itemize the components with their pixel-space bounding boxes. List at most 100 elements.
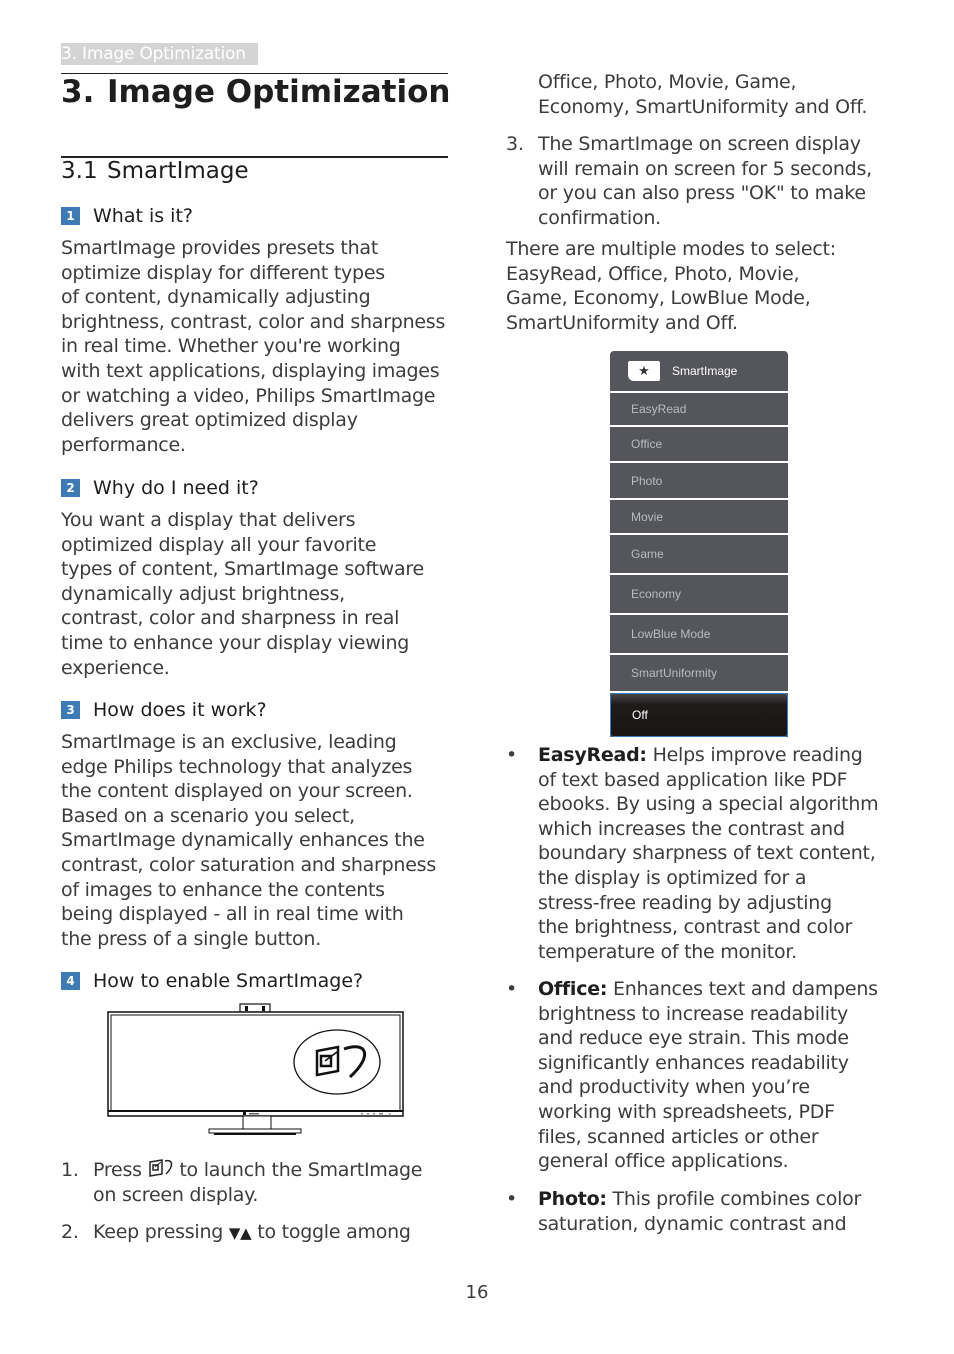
osd-item-smartuniformity[interactable]: SmartUniformity [610,655,788,693]
question-title: What is it? [93,205,193,227]
text-line: saturation, dynamic contrast and [538,1212,847,1235]
bullet-photo: • Photo: This profile combines color satur… [506,1187,898,1236]
page-number: 16 [465,1282,489,1303]
question-title: How does it work? [93,699,267,721]
osd-item-off[interactable]: Off [610,693,788,737]
text-line: contrast, color saturation and sharpness [61,853,436,876]
text-line: There are multiple modes to select: [506,238,836,260]
text-line: will remain on screen for 5 seconds, [538,157,872,180]
section-title: 3.1 SmartImage [61,158,249,184]
text-line: and productivity when you’re [538,1076,810,1099]
bullet-office: • Office: Enhances text and dampens bright… [506,977,898,1174]
text-line: You want a display that delivers [61,509,356,531]
step-number: 3. [506,133,524,155]
bullet-icon: • [506,978,517,1000]
text-line: Office: Enhances text and dampens [538,978,878,1000]
osd-item-game[interactable]: Game [610,535,788,575]
chapter-number: 3. [61,74,95,110]
step-text: to toggle among [257,1221,411,1243]
smartimage-button-icon [148,1159,172,1177]
text-line: the press of a single button. [61,927,321,950]
question-title: How to enable SmartImage? [93,970,364,992]
osd-item-lowblue-mode[interactable]: LowBlue Mode [610,615,788,655]
step-text: Keep pressing [93,1221,224,1243]
text-line: the display is optimized for a [538,866,807,889]
number-badge: 2 [61,479,80,497]
text-line: and reduce eye strain. This mode [538,1027,849,1050]
text-line: of content, dynamically adjusting [61,286,371,309]
question-heading: 3 How does it work? [61,699,267,721]
number-badge: 3 [61,701,80,719]
text-line: in real time. Whether you're working [61,335,401,358]
question-heading: 1 What is it? [61,205,193,227]
text-line: confirmation. [538,206,661,229]
text-line: EasyRead, Office, Photo, Movie, [506,262,800,285]
text-line: performance. [61,433,186,456]
text-line: experience. [61,656,170,679]
question-heading: 4 How to enable SmartImage? [61,970,363,992]
step-3: 3. The SmartImage on screen display will … [506,132,898,230]
step-text: Economy, SmartUniformity and Off. [538,95,868,118]
bullet-easyread: • EasyRead: Helps improve reading of text … [506,743,898,964]
text-line: boundary sharpness of text content, [538,842,876,865]
text-line: optimize display for different types [61,261,385,284]
smartimage-osd-menu: ★ SmartImage EasyRead Office Photo Movie Gam… [610,351,788,737]
step-text: Press [93,1159,142,1181]
text-line: of text based application like PDF [538,768,848,791]
section-title-text: SmartImage [107,158,249,184]
osd-item-movie[interactable]: Movie [610,500,788,535]
text-line: SmartImage is an exclusive, leading [61,731,397,753]
osd-item-easyread[interactable]: EasyRead [610,393,788,427]
text-line: working with spreadsheets, PDF [538,1100,835,1123]
step-2: 2. Keep pressing ▼▲ to toggle among [61,1220,453,1246]
paragraph-what-is-it: SmartImage provides presets that optimize… [61,236,453,457]
text-line: EasyRead: Helps improve reading [538,744,863,766]
step-number: 1. [61,1159,79,1181]
text-line: significantly enhances readability [538,1051,849,1074]
osd-item-photo[interactable]: Photo [610,463,788,500]
step-text: to launch the SmartImage [179,1159,423,1181]
webcam [239,1003,271,1013]
text-line: brightness to increase readability [538,1002,849,1025]
text-line: the brightness, contrast and color [538,916,853,939]
text-line: SmartUniformity and Off. [506,311,738,334]
text-line: general office applications. [538,1150,789,1173]
bullet-icon: • [506,1188,517,1210]
text-line: Based on a scenario you select, [61,804,355,827]
step-text: on screen display. [93,1183,259,1206]
osd-item-economy[interactable]: Economy [610,575,788,615]
text-line: time to enhance your display viewing [61,631,410,654]
text-line: brightness, contrast, color and sharpnes… [61,310,446,333]
text-line: The SmartImage on screen display [538,133,861,155]
text-line: the content displayed on your screen. [61,780,413,803]
text-line: SmartImage provides presets that [61,237,379,259]
osd-item-office[interactable]: Office [610,427,788,463]
text-line: optimized display all your favorite [61,533,377,556]
star-icon: ★ [628,361,660,381]
bullet-term: Office: [538,978,608,1000]
text-line: types of content, SmartImage software [61,558,424,581]
text-line: delivers great optimized display [61,409,358,432]
bullet-term: Photo: [538,1188,607,1210]
step-1: 1. Press to launch the SmartImage on scr… [61,1158,453,1207]
bullet-term: EasyRead: [538,744,647,766]
text-line: which increases the contrast and [538,817,845,840]
text-line: edge Philips technology that analyzes [61,755,413,778]
monitor-illustration [107,1003,404,1135]
bullet-icon: • [506,744,517,766]
step-text: Office, Photo, Movie, Game, [538,71,797,93]
down-up-arrow-icons: ▼▲ [228,1224,252,1242]
modes-intro: There are multiple modes to select: EasyR… [506,237,898,335]
question-title: Why do I need it? [93,477,259,499]
step-2-continued: Office, Photo, Movie, Game, Economy, Smar… [506,70,898,119]
text-line: with text applications, displaying image… [61,359,440,382]
number-badge: 1 [61,207,80,225]
section-number: 3.1 [61,158,98,184]
step-number: 2. [61,1221,79,1243]
text-line: of images to enhance the contents [61,878,385,901]
text-line: Photo: This profile combines color [538,1188,862,1210]
chapter-title-text: Image Optimization [107,74,451,110]
text-line: Game, Economy, LowBlue Mode, [506,287,811,310]
number-badge: 4 [61,972,80,990]
paragraph-how-work: SmartImage is an exclusive, leading edge … [61,730,453,951]
